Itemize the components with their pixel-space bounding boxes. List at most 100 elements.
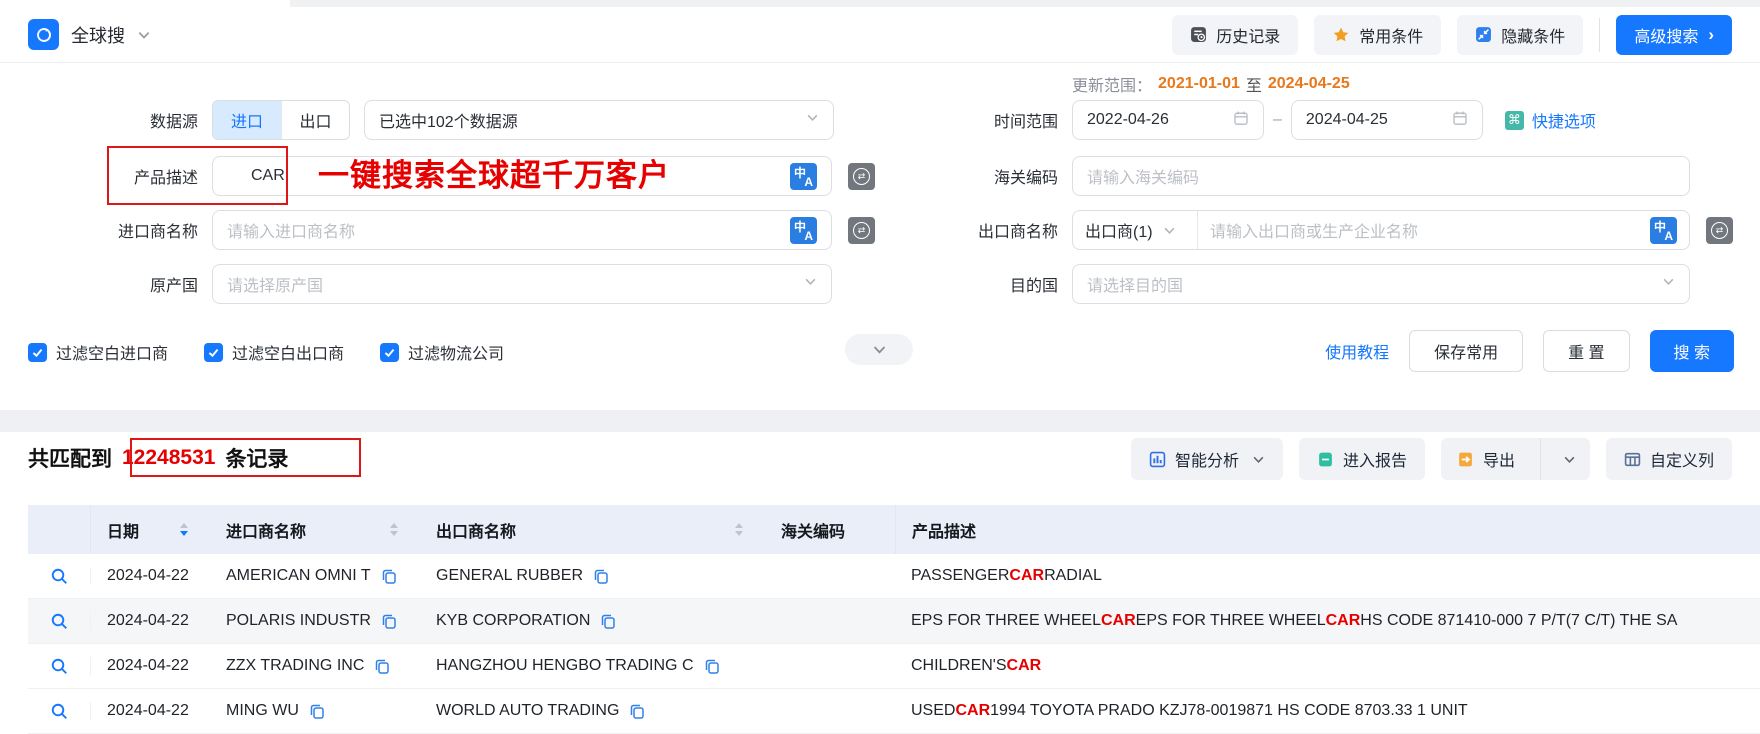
origin-placeholder: 请选择原产国	[227, 278, 324, 295]
chevron-down-icon	[1253, 456, 1264, 463]
quick-options-link[interactable]: ⌘ 快捷选项	[1504, 108, 1596, 132]
column-header-2[interactable]: 进口商名称	[210, 505, 420, 554]
view-detail-icon[interactable]	[50, 657, 69, 676]
exporter-cell-text[interactable]: HANGZHOU HENGBO TRADING C	[436, 657, 694, 675]
exporter-type-value: 出口商(1)	[1085, 224, 1153, 241]
history-button[interactable]: 历史记录	[1172, 14, 1299, 55]
expand-more-button[interactable]	[845, 334, 913, 365]
datasource-selected-text: 已选中102个数据源	[379, 114, 518, 131]
copy-icon[interactable]	[593, 568, 609, 584]
copy-icon[interactable]	[381, 613, 397, 629]
hide-conditions-button[interactable]: 隐藏条件	[1457, 14, 1584, 55]
row-detail-cell	[28, 702, 90, 721]
keyword-highlight: CAR	[1100, 612, 1136, 629]
filter-logistics-checkbox[interactable]: 过滤物流公司	[380, 340, 504, 364]
topbar: 全球搜 历史记录 常用条件 隐藏条件 高级搜索 ›	[0, 7, 1760, 63]
export-more-button[interactable]	[1550, 438, 1590, 480]
view-detail-icon[interactable]	[50, 612, 69, 631]
view-detail-icon[interactable]	[50, 567, 69, 586]
enter-report-button[interactable]: 进入报告	[1298, 438, 1425, 480]
importer-cell-text[interactable]: AMERICAN OMNI T	[226, 567, 371, 585]
translate-icon[interactable]: 中 A	[1650, 216, 1677, 244]
count-prefix: 共匹配到	[28, 448, 112, 471]
datasource-select[interactable]: 已选中102个数据源	[364, 100, 834, 140]
hs-code-input[interactable]: 请输入海关编码	[1072, 156, 1690, 196]
copy-icon[interactable]	[374, 658, 390, 674]
copy-icon[interactable]	[704, 658, 720, 674]
quick-options-label: 快捷选项	[1531, 114, 1596, 131]
end-date-input[interactable]: 2024-04-25	[1290, 100, 1483, 140]
exporter-type-select[interactable]: 出口商(1)	[1073, 211, 1197, 249]
exporter-input[interactable]: 请输入出口商或生产企业名称 中 A	[1198, 216, 1689, 244]
sort-carets-icon[interactable]	[390, 523, 398, 536]
tutorial-link[interactable]: 使用教程	[1325, 339, 1389, 363]
smart-analysis-button[interactable]: 智能分析	[1130, 438, 1283, 480]
destination-select[interactable]: 请选择目的国	[1072, 264, 1690, 304]
collapse-icon	[1476, 27, 1492, 42]
copy-icon[interactable]	[600, 613, 616, 629]
importer-cell-text[interactable]: POLARIS INDUSTR	[226, 612, 371, 630]
chevron-down-icon	[807, 114, 818, 122]
column-header-3[interactable]: 出口商名称	[420, 505, 765, 554]
tab-export[interactable]: 出口	[281, 101, 349, 139]
save-favorite-button[interactable]: 保存常用	[1409, 330, 1524, 372]
date-cell: 2024-04-22	[90, 702, 210, 720]
importer-synonym-toggle[interactable]: ⇄	[848, 217, 875, 244]
exporter-placeholder: 请输入出口商或生产企业名称	[1210, 224, 1419, 241]
search-button[interactable]: 搜 索	[1649, 330, 1734, 372]
date-cell: 2024-04-22	[90, 567, 210, 585]
exporter-cell-text[interactable]: WORLD AUTO TRADING	[436, 702, 619, 720]
view-detail-icon[interactable]	[50, 702, 69, 721]
importer-cell: POLARIS INDUSTR	[210, 612, 420, 630]
chevron-down-icon	[138, 31, 150, 39]
reset-button[interactable]: 重 置	[1543, 330, 1630, 372]
sort-carets-icon[interactable]	[180, 523, 188, 536]
date-cell: 2024-04-22	[90, 657, 210, 675]
column-label: 进口商名称	[226, 523, 307, 541]
app-switcher[interactable]: 全球搜	[28, 19, 151, 50]
origin-label: 原产国	[149, 278, 198, 295]
column-header-1[interactable]: 日期	[90, 505, 210, 554]
copy-icon[interactable]	[309, 703, 325, 719]
filter-blank-importer-checkbox[interactable]: 过滤空白进口商	[28, 340, 168, 364]
translate-icon[interactable]: 中 A	[790, 216, 817, 244]
product-desc-cell: EPS FOR THREE WHEEL CAR EPS FOR THREE WH…	[895, 612, 1760, 630]
advanced-search-button[interactable]: 高级搜索 ›	[1616, 14, 1732, 55]
tab-import[interactable]: 进口	[213, 101, 281, 139]
product-desc-input[interactable]: CAR 中 A	[212, 156, 832, 196]
time-range-row: 时间范围 2022-04-26 – 2024-04-25 ⌘ 快捷选项	[908, 100, 1596, 140]
exporter-cell: WORLD AUTO TRADING	[420, 702, 765, 720]
export-button[interactable]: 导出	[1441, 438, 1531, 480]
exporter-synonym-toggle[interactable]: ⇄	[1706, 217, 1733, 244]
desc-text: CHILDREN'S	[911, 657, 1007, 674]
checkbox-checked-icon	[28, 342, 47, 362]
desc-text: USED	[911, 702, 956, 719]
exporter-cell-text[interactable]: GENERAL RUBBER	[436, 567, 583, 585]
exporter-cell-text[interactable]: KYB CORPORATION	[436, 612, 590, 630]
origin-row: 原产国 请选择原产国	[28, 264, 832, 304]
copy-icon[interactable]	[381, 568, 397, 584]
sort-carets-icon[interactable]	[735, 523, 743, 536]
count-number: 12248531	[122, 446, 216, 469]
origin-select[interactable]: 请选择原产国	[212, 264, 832, 304]
importer-cell-text[interactable]: MING WU	[226, 702, 299, 720]
importer-cell: MING WU	[210, 702, 420, 720]
importer-input[interactable]: 请输入进口商名称 中 A	[212, 210, 832, 250]
start-date-input[interactable]: 2022-04-26	[1072, 100, 1264, 140]
globe-logo-icon	[28, 19, 59, 50]
export-file-icon	[1459, 452, 1472, 466]
custom-columns-button[interactable]: 自定义列	[1605, 438, 1732, 480]
destination-row: 目的国 请选择目的国	[908, 264, 1690, 304]
row-detail-cell	[28, 612, 90, 631]
favorites-button[interactable]: 常用条件	[1314, 14, 1442, 55]
calendar-icon	[1234, 111, 1248, 125]
import-export-toggle: 进口 出口	[212, 100, 350, 140]
filter-blank-exporter-checkbox[interactable]: 过滤空白出口商	[204, 340, 344, 364]
row-detail-cell	[28, 657, 90, 676]
copy-icon[interactable]	[629, 703, 645, 719]
importer-cell-text[interactable]: ZZX TRADING INC	[226, 657, 364, 675]
translate-icon[interactable]: 中 A	[790, 162, 817, 190]
calendar-icon	[1453, 111, 1467, 125]
product-synonym-toggle[interactable]: ⇄	[848, 163, 875, 190]
topbar-actions: 历史记录 常用条件 隐藏条件 高级搜索 ›	[1172, 14, 1732, 55]
